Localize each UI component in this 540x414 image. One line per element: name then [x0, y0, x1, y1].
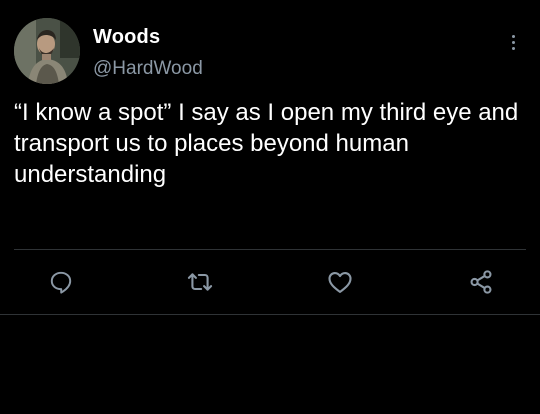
author-handle[interactable]: @HardWood [93, 58, 203, 80]
share-button[interactable] [465, 266, 497, 298]
more-dot [511, 46, 515, 50]
more-options-icon[interactable] [503, 28, 523, 56]
reply-icon [50, 271, 72, 294]
tweet-text: “I know a spot” I say as I open my third… [14, 99, 519, 188]
tweet-card: Woods @HardWood “I know a spot” I say as… [0, 0, 540, 414]
divider [14, 249, 526, 250]
avatar-photo [14, 18, 80, 84]
reply-button[interactable] [45, 266, 77, 298]
more-dot [511, 34, 515, 38]
like-button[interactable] [324, 266, 356, 298]
avatar[interactable] [14, 18, 80, 84]
share-icon [470, 270, 492, 294]
more-dot [511, 40, 515, 44]
author-name[interactable]: Woods [93, 26, 160, 49]
divider [0, 314, 540, 315]
retweet-icon [187, 273, 213, 291]
retweet-button[interactable] [184, 266, 216, 298]
heart-icon [328, 271, 352, 293]
